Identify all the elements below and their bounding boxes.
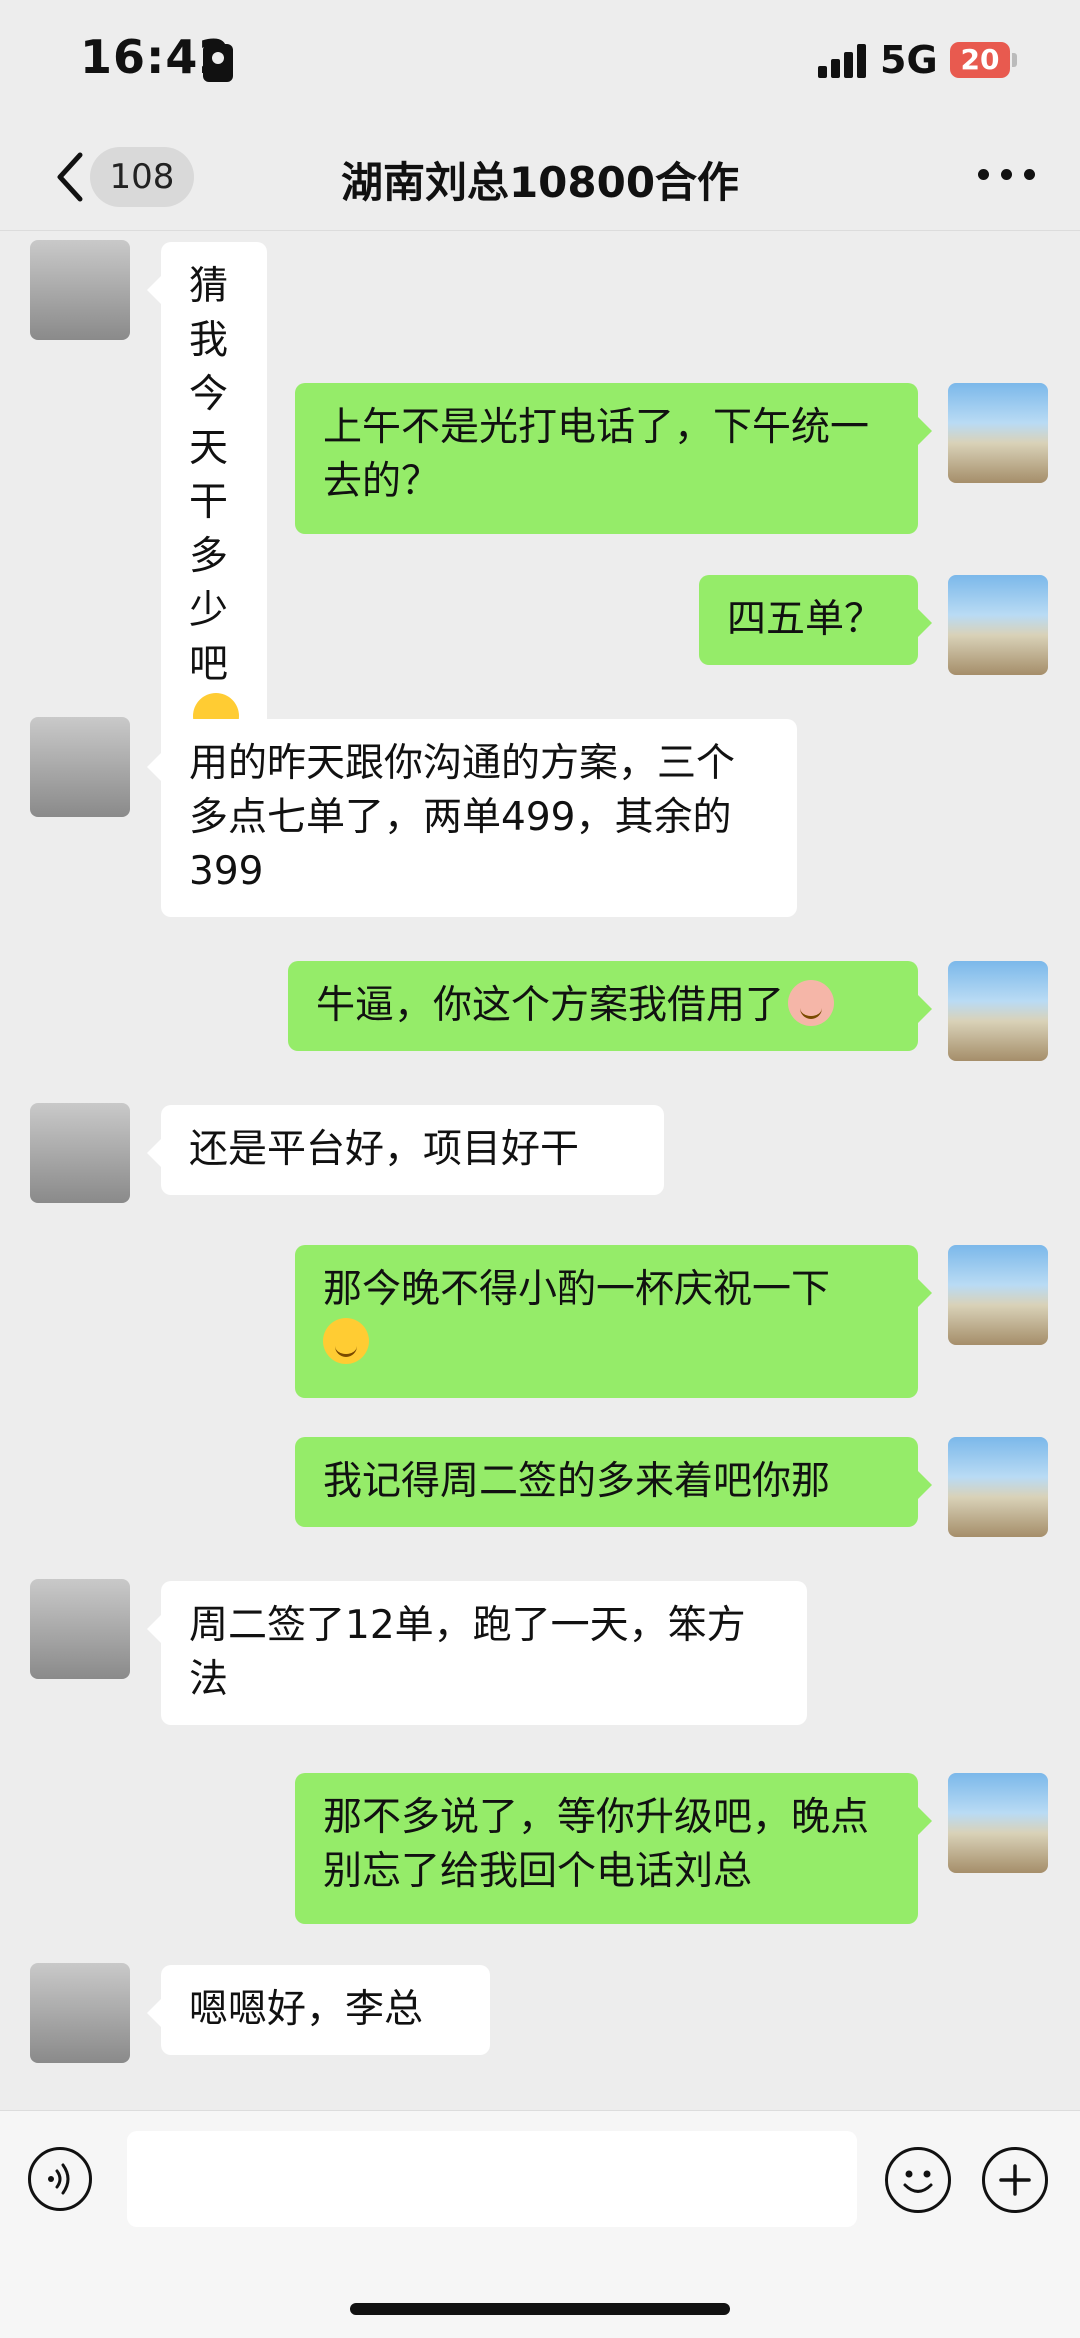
- battery-cap: [1012, 53, 1017, 67]
- message-bubble[interactable]: 周二签了12单，跑了一天，笨方法: [147, 1581, 807, 1725]
- avatar[interactable]: [948, 1773, 1048, 1873]
- voice-icon[interactable]: [28, 2147, 92, 2211]
- message-text: 牛逼，你这个方案我借用了: [316, 983, 785, 1028]
- network-type: 5G: [880, 38, 938, 82]
- contact-card-icon: [203, 44, 233, 82]
- message-text: 那今晚不得小酌一杯庆祝一下: [323, 1267, 831, 1312]
- ellipsis-icon[interactable]: [978, 169, 1038, 185]
- laughing-tears-emoji-icon: [323, 1318, 369, 1364]
- message-bubble[interactable]: 还是平台好，项目好干: [147, 1105, 664, 1195]
- message-bubble[interactable]: 嗯嗯好，李总: [147, 1965, 490, 2055]
- avatar[interactable]: [948, 383, 1048, 483]
- avatar[interactable]: [948, 1245, 1048, 1345]
- home-indicator[interactable]: [350, 2303, 730, 2315]
- avatar[interactable]: [30, 717, 130, 817]
- battery-icon: 20: [950, 42, 1010, 78]
- message-bubble[interactable]: 猜我今天干多少吧: [147, 242, 267, 764]
- avatar[interactable]: [30, 1579, 130, 1679]
- message-bubble[interactable]: 四五单？: [699, 575, 932, 665]
- message-text: 猜我今天干多少吧: [189, 264, 229, 687]
- message-bubble[interactable]: 牛逼，你这个方案我借用了: [288, 961, 932, 1051]
- avatar[interactable]: [30, 1103, 130, 1203]
- chevron-left-icon[interactable]: [50, 147, 90, 207]
- message-input[interactable]: [127, 2131, 857, 2227]
- message-bubble[interactable]: 那不多说了，等你升级吧，晚点别忘了给我回个电话刘总: [295, 1773, 932, 1924]
- unread-badge[interactable]: 108: [90, 147, 194, 207]
- input-bar: [0, 2110, 1080, 2338]
- message-bubble[interactable]: 我记得周二签的多来着吧你那: [295, 1437, 932, 1527]
- chat-header: 湖南刘总10800合作 108: [0, 125, 1080, 231]
- smiley-icon[interactable]: [885, 2147, 951, 2213]
- avatar[interactable]: [948, 575, 1048, 675]
- message-bubble[interactable]: 那今晚不得小酌一杯庆祝一下: [295, 1245, 932, 1398]
- avatar[interactable]: [948, 1437, 1048, 1537]
- signal-icon: [818, 44, 868, 78]
- message-bubble[interactable]: 上午不是光打电话了，下午统一去的？: [295, 383, 932, 534]
- flushed-emoji-icon: [788, 980, 835, 1026]
- message-bubble[interactable]: 用的昨天跟你沟通的方案，三个多点七单了，两单499，其余的399: [147, 719, 797, 917]
- avatar[interactable]: [30, 1963, 130, 2063]
- status-bar: 16:42 5G 20: [0, 0, 1080, 125]
- avatar[interactable]: [30, 240, 130, 340]
- avatar[interactable]: [948, 961, 1048, 1061]
- plus-icon[interactable]: [982, 2147, 1048, 2213]
